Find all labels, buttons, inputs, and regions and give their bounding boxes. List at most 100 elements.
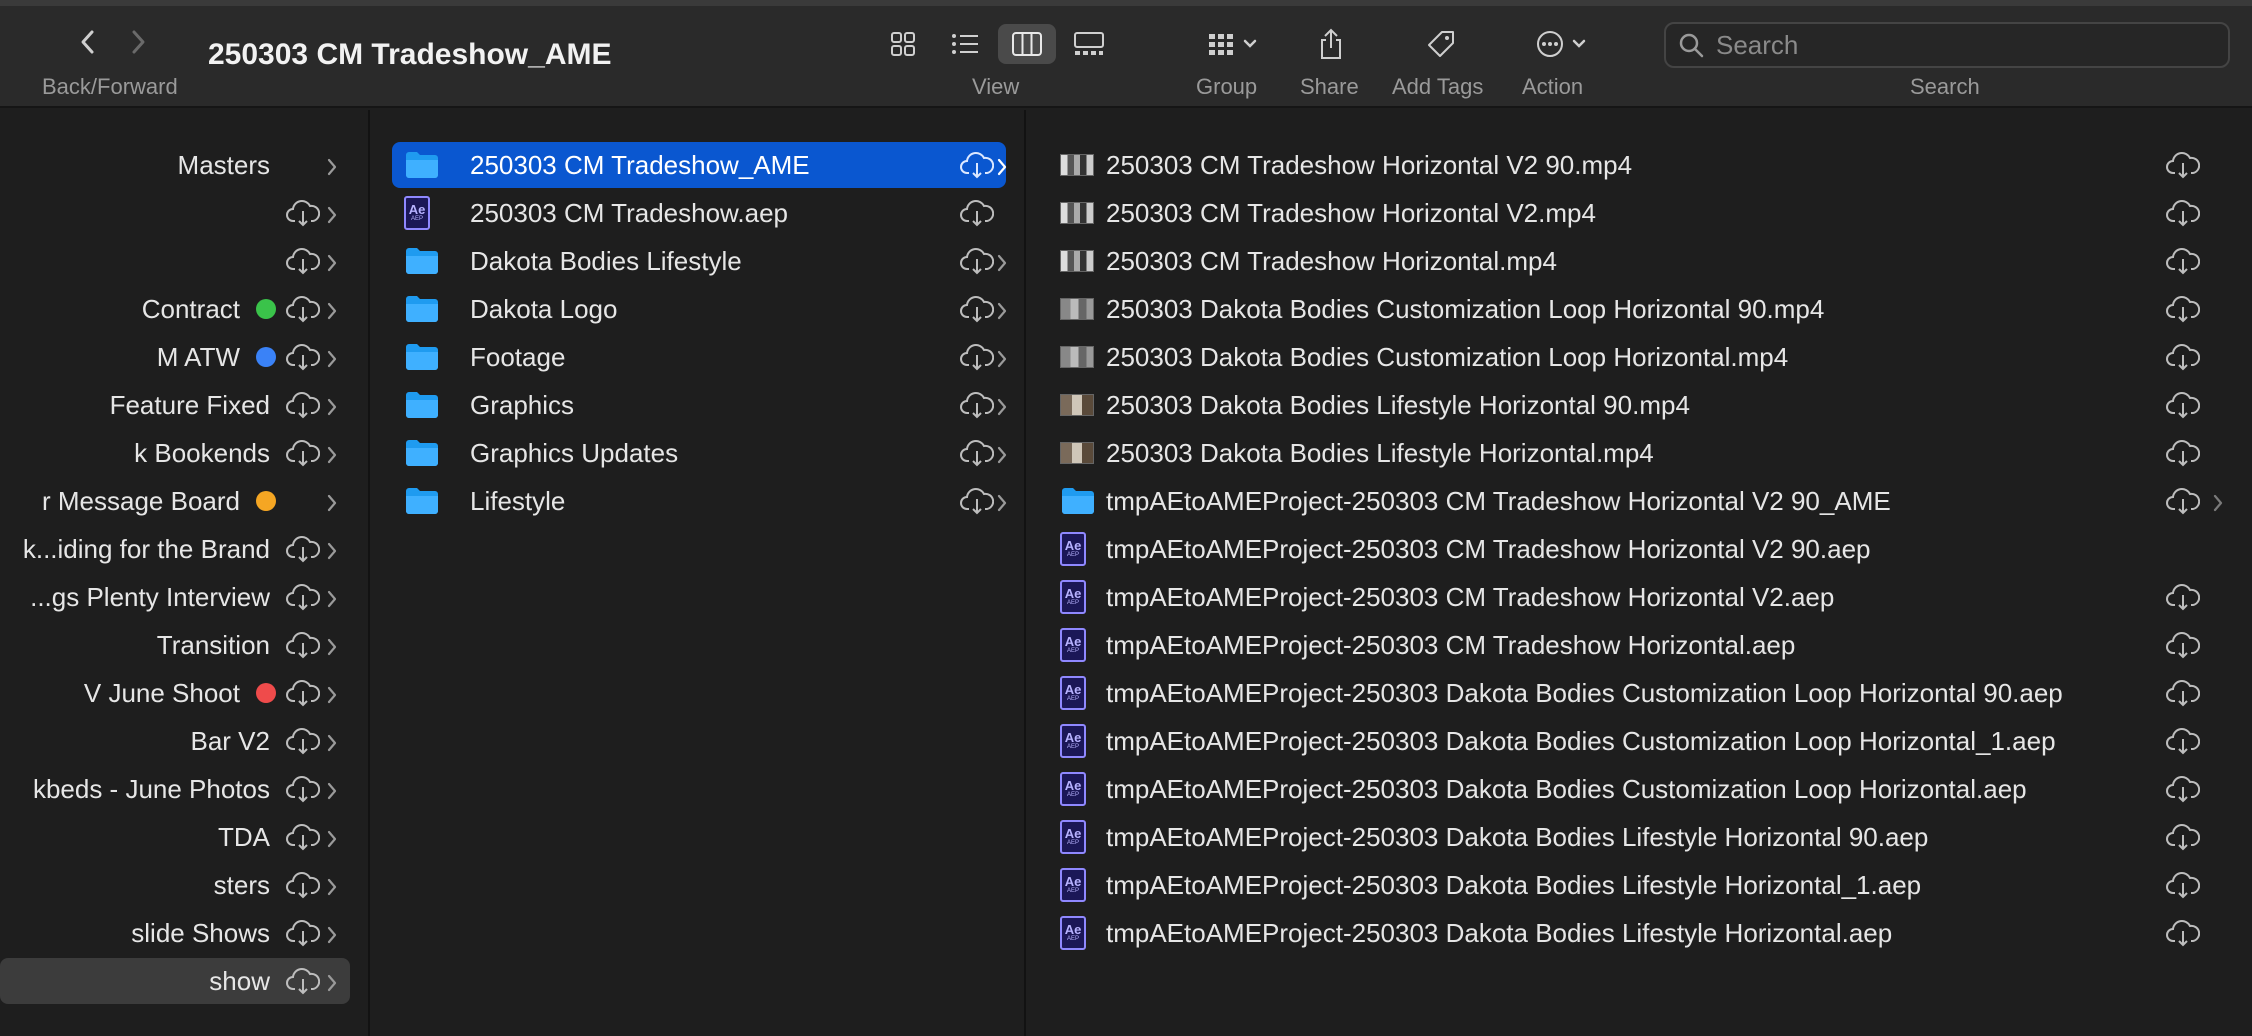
file-item[interactable]: 250303 Dakota Bodies Customization Loop … [1028, 286, 2252, 332]
sidebar-item[interactable]: ...gs Plenty Interview [0, 574, 350, 620]
file-item[interactable]: 250303 Dakota Bodies Lifestyle Horizonta… [1028, 382, 2252, 428]
download-button[interactable] [286, 630, 321, 667]
forward-button[interactable] [118, 22, 158, 62]
file-item[interactable]: Ae AEP tmpAEtoAMEProject-250303 Dakota Bod… [1028, 814, 2252, 860]
download-button[interactable] [2166, 582, 2201, 619]
sidebar-item[interactable] [0, 190, 350, 236]
download-button[interactable] [960, 198, 995, 235]
folder-item[interactable]: Graphics [392, 382, 1007, 428]
search-field[interactable] [1664, 22, 2230, 68]
sidebar-item[interactable]: sters [0, 862, 350, 908]
download-button[interactable] [286, 294, 321, 331]
expand-chevron [326, 970, 338, 1001]
sidebar-item[interactable]: Contract [0, 286, 350, 332]
file-item[interactable]: Ae AEP tmpAEtoAMEProject-250303 Dakota Bod… [1028, 910, 2252, 956]
file-item[interactable]: 250303 Dakota Bodies Customization Loop … [1028, 334, 2252, 380]
download-button[interactable] [286, 678, 321, 715]
download-button[interactable] [2166, 390, 2201, 427]
download-button[interactable] [2166, 678, 2201, 715]
download-button[interactable] [2166, 630, 2201, 667]
sidebar-item[interactable]: Masters [0, 142, 350, 188]
download-button[interactable] [2166, 870, 2201, 907]
group-button[interactable] [1200, 24, 1264, 64]
download-button[interactable] [2166, 198, 2201, 235]
folder-item[interactable]: Footage [392, 334, 1007, 380]
sidebar-item[interactable]: Transition [0, 622, 350, 668]
icon-view-button[interactable] [874, 24, 932, 64]
download-button[interactable] [2166, 246, 2201, 283]
download-button[interactable] [2166, 438, 2201, 475]
folder-item[interactable]: 250303 CM Tradeshow_AME [392, 142, 1007, 188]
folder-item[interactable]: Graphics Updates [392, 430, 1007, 476]
download-button[interactable] [286, 198, 321, 235]
download-button[interactable] [286, 534, 321, 571]
sidebar-column[interactable]: Masters Contract M ATW Feature Fixed k B… [0, 110, 370, 1036]
file-item[interactable]: 250303 Dakota Bodies Lifestyle Horizonta… [1028, 430, 2252, 476]
sidebar-item[interactable]: k Bookends [0, 430, 350, 476]
file-item[interactable]: 250303 CM Tradeshow Horizontal V2 90.mp4 [1028, 142, 2252, 188]
download-button[interactable] [286, 918, 321, 955]
sidebar-item[interactable]: Bar V2 [0, 718, 350, 764]
download-button[interactable] [286, 966, 321, 1003]
file-item[interactable]: 250303 CM Tradeshow Horizontal.mp4 [1028, 238, 2252, 284]
sidebar-item[interactable]: show [0, 958, 350, 1004]
download-button[interactable] [960, 390, 995, 427]
file-item[interactable]: Ae AEP tmpAEtoAMEProject-250303 Dakota Bod… [1028, 718, 2252, 764]
folder-item[interactable]: Dakota Bodies Lifestyle [392, 238, 1007, 284]
download-button[interactable] [286, 390, 321, 427]
download-button[interactable] [960, 342, 995, 379]
download-button[interactable] [2166, 822, 2201, 859]
add-tags-button[interactable] [1424, 24, 1458, 64]
download-button[interactable] [2166, 726, 2201, 763]
download-button[interactable] [2166, 918, 2201, 955]
sidebar-item[interactable]: k...iding for the Brand [0, 526, 350, 572]
download-button[interactable] [960, 486, 995, 523]
browser-column-3[interactable]: 250303 CM Tradeshow Horizontal V2 90.mp4… [1028, 110, 2252, 1036]
download-button[interactable] [2166, 774, 2201, 811]
browser-column-2[interactable]: 250303 CM Tradeshow_AME Ae AEP 250303 CM T… [372, 110, 1026, 1036]
action-button[interactable] [1530, 24, 1592, 64]
file-item[interactable]: Ae AEP tmpAEtoAMEProject-250303 Dakota Bod… [1028, 862, 2252, 908]
file-item[interactable]: Ae AEP tmpAEtoAMEProject-250303 CM Tradesh… [1028, 526, 2252, 572]
sidebar-item[interactable]: Feature Fixed [0, 382, 350, 428]
file-item[interactable]: 250303 CM Tradeshow Horizontal V2.mp4 [1028, 190, 2252, 236]
sidebar-item[interactable]: V June Shoot [0, 670, 350, 716]
list-view-button[interactable] [936, 24, 994, 64]
back-button[interactable] [68, 22, 108, 62]
sidebar-item[interactable]: TDA [0, 814, 350, 860]
download-button[interactable] [2166, 342, 2201, 379]
search-input[interactable] [1716, 29, 2196, 61]
sidebar-item[interactable]: slide Shows [0, 910, 350, 956]
folder-item[interactable]: tmpAEtoAMEProject-250303 CM Tradeshow Ho… [1028, 478, 2252, 524]
file-item[interactable]: Ae AEP tmpAEtoAMEProject-250303 CM Tradesh… [1028, 574, 2252, 620]
sidebar-item[interactable]: kbeds - June Photos [0, 766, 350, 812]
download-button[interactable] [286, 774, 321, 811]
download-button[interactable] [960, 294, 995, 331]
sidebar-item[interactable]: M ATW [0, 334, 350, 380]
download-button[interactable] [286, 342, 321, 379]
sidebar-item[interactable]: r Message Board [0, 478, 350, 524]
sidebar-item[interactable] [0, 238, 350, 284]
file-item[interactable]: Ae AEP tmpAEtoAMEProject-250303 Dakota Bod… [1028, 670, 2252, 716]
download-button[interactable] [286, 822, 321, 859]
file-item[interactable]: Ae AEP tmpAEtoAMEProject-250303 Dakota Bod… [1028, 766, 2252, 812]
share-button[interactable] [1316, 24, 1346, 64]
file-item[interactable]: Ae AEP 250303 CM Tradeshow.aep [392, 190, 1006, 236]
download-button[interactable] [2166, 294, 2201, 331]
gallery-view-button[interactable] [1060, 24, 1118, 64]
folder-item[interactable]: Dakota Logo [392, 286, 1007, 332]
download-button[interactable] [286, 870, 321, 907]
download-button[interactable] [286, 726, 321, 763]
expand-chevron [326, 490, 338, 521]
download-button[interactable] [960, 246, 995, 283]
column-view-button[interactable] [998, 24, 1056, 64]
download-button[interactable] [960, 150, 995, 187]
download-button[interactable] [286, 246, 321, 283]
download-button[interactable] [286, 582, 321, 619]
folder-item[interactable]: Lifestyle [392, 478, 1007, 524]
file-item[interactable]: Ae AEP tmpAEtoAMEProject-250303 CM Tradesh… [1028, 622, 2252, 668]
download-button[interactable] [2166, 486, 2201, 523]
download-button[interactable] [286, 438, 321, 475]
download-button[interactable] [960, 438, 995, 475]
download-button[interactable] [2166, 150, 2201, 187]
